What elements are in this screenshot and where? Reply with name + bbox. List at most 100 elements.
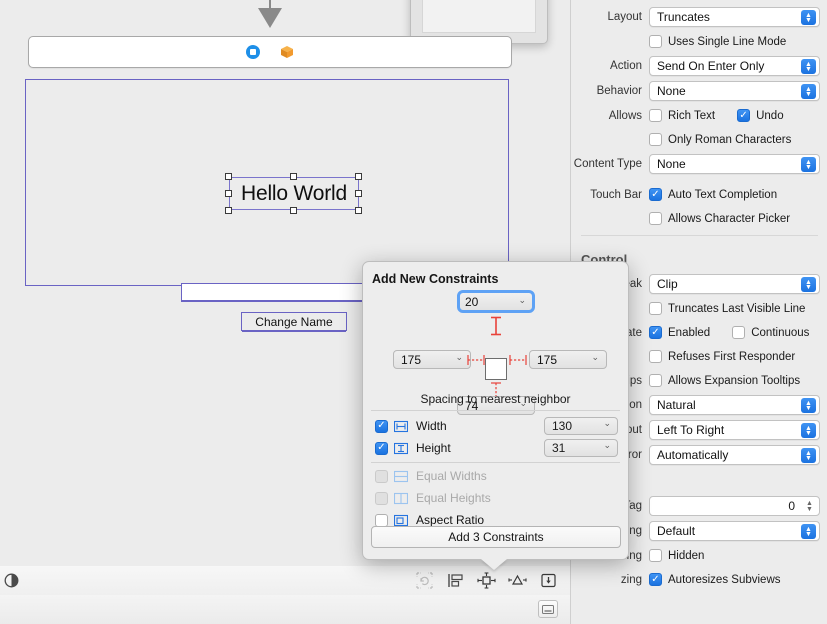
scene-objects-placard[interactable] — [28, 36, 512, 68]
chevron-down-icon[interactable]: ⌄ — [518, 295, 526, 306]
mirror-popup-button[interactable]: Automatically ▲ ▼ — [649, 445, 820, 465]
design-view-window[interactable]: Hello World Change Name — [25, 79, 509, 331]
chevron-down-icon[interactable]: ⌄ — [603, 440, 611, 451]
layout-direction-popup-button[interactable]: Left To Right ▲ ▼ — [649, 420, 820, 440]
chevron-updown-icon[interactable]: ▲ ▼ — [801, 423, 816, 438]
behavior-popup-button[interactable]: None ▲ ▼ — [649, 81, 820, 101]
uses-single-line-mode-checkbox[interactable] — [649, 35, 662, 48]
height-value: 31 — [552, 441, 566, 455]
leading-strut-icon[interactable] — [467, 353, 485, 367]
inspector-row-resizing[interactable]: zing ✓ Autoresizes Subviews — [571, 570, 827, 589]
chevron-down-icon[interactable]: ⌄ — [603, 418, 611, 429]
chevron-updown-icon[interactable]: ▲ ▼ — [801, 59, 816, 74]
enabled-checkbox[interactable]: ✓ — [649, 326, 662, 339]
inspector-row-action[interactable]: Action Send On Enter Only ▲ ▼ — [571, 56, 827, 76]
layout-popup-button[interactable]: Truncates ▲ ▼ — [649, 7, 820, 27]
mirror-value: Automatically — [657, 448, 729, 462]
connection-arrow-icon — [240, 0, 300, 34]
continuous-checkbox[interactable] — [732, 326, 746, 339]
inspector-row-layout[interactable]: Layout Truncates ▲ ▼ — [571, 7, 827, 27]
width-checkbox[interactable]: ✓ — [375, 419, 388, 433]
height-checkbox[interactable]: ✓ — [375, 441, 388, 455]
width-value-combo[interactable]: 130 ⌄ — [544, 417, 618, 435]
resolve-auto-layout-issues-icon[interactable] — [507, 570, 527, 590]
chevron-down-icon[interactable]: ⌄ — [591, 352, 599, 363]
allows-expansion-tooltips-checkbox[interactable] — [649, 374, 662, 387]
resize-handle-middle-right[interactable] — [355, 190, 362, 197]
auto-layout-toolbar[interactable] — [414, 570, 558, 590]
popover-divider-1 — [371, 410, 620, 411]
window-icon[interactable] — [246, 45, 260, 59]
inspector-row-touch-bar[interactable]: Touch Bar ✓ Auto Text Completion — [571, 185, 827, 204]
chevron-updown-icon[interactable]: ▲ ▼ — [801, 448, 816, 463]
chevron-updown-icon[interactable]: ▲ ▼ — [801, 277, 816, 292]
width-constraint-row[interactable]: ✓ Width 130 ⌄ — [375, 417, 618, 435]
chevron-updown-icon[interactable]: ▲ ▼ — [801, 524, 816, 539]
first-responder-cube-icon[interactable] — [280, 45, 294, 59]
top-spacing-combo[interactable]: 20 ⌄ — [457, 290, 535, 313]
resize-handle-top-right[interactable] — [355, 173, 362, 180]
stepper-icon[interactable]: ▲ ▼ — [803, 499, 816, 515]
aspect-ratio-row[interactable]: Aspect Ratio — [375, 513, 484, 527]
selected-label-wrapper[interactable]: Hello World — [225, 173, 362, 214]
trailing-strut-icon[interactable] — [509, 353, 527, 367]
resize-handle-top-left[interactable] — [225, 173, 232, 180]
change-name-button[interactable]: Change Name — [241, 312, 347, 331]
action-popup-button[interactable]: Send On Enter Only ▲ ▼ — [649, 56, 820, 76]
chevron-updown-icon[interactable]: ▲ ▼ — [801, 398, 816, 413]
add-new-constraints-popover[interactable]: Add New Constraints 20 ⌄ 175 ⌄ 175 ⌄ 74 … — [362, 261, 629, 570]
refuses-first-responder-label: Refuses First Responder — [668, 350, 796, 363]
tag-field[interactable]: 0 ▲ ▼ — [649, 496, 820, 516]
content-type-popup-button[interactable]: None ▲ ▼ — [649, 154, 820, 174]
resize-handle-bottom-right[interactable] — [355, 207, 362, 214]
spacing-note: Spacing to nearest neighbor — [420, 392, 571, 406]
chevron-updown-icon[interactable]: ▲ ▼ — [801, 10, 816, 25]
align-icon[interactable] — [445, 570, 465, 590]
undo-checkbox[interactable]: ✓ — [737, 109, 751, 122]
resize-handle-bottom-left[interactable] — [225, 207, 232, 214]
behavior-value: None — [657, 84, 686, 98]
autoresizes-subviews-checkbox[interactable]: ✓ — [649, 573, 662, 586]
height-constraint-row[interactable]: ✓ Height 31 ⌄ — [375, 439, 618, 457]
inspector-row-only-roman[interactable]: Only Roman Characters — [571, 130, 827, 149]
appearance-contrast-icon[interactable] — [4, 573, 19, 588]
resize-handle-middle-left[interactable] — [225, 190, 232, 197]
width-label: Width — [416, 419, 447, 433]
resize-handle-top-center[interactable] — [290, 173, 297, 180]
equal-heights-row: Equal Heights — [375, 491, 491, 505]
canvas-status-bar — [0, 595, 570, 624]
aspect-ratio-checkbox[interactable] — [375, 513, 388, 527]
add-new-constraints-icon[interactable] — [476, 570, 496, 590]
auto-text-completion-checkbox[interactable]: ✓ — [649, 188, 662, 201]
inspector-row-single-line-mode[interactable]: Uses Single Line Mode — [571, 32, 827, 51]
spacing-strut-diagram[interactable]: 20 ⌄ 175 ⌄ 175 ⌄ 74 ⌄ — [363, 288, 628, 415]
allows-character-picker-checkbox[interactable] — [649, 212, 662, 225]
add-constraints-button[interactable]: Add 3 Constraints — [371, 526, 621, 548]
focus-ring-popup-button[interactable]: Default ▲ ▼ — [649, 521, 820, 541]
inspector-row-content-type[interactable]: Content Type None ▲ ▼ — [571, 154, 827, 174]
line-break-popup-button[interactable]: Clip ▲ ▼ — [649, 274, 820, 294]
hello-world-label[interactable]: Hello World — [229, 177, 359, 210]
top-strut-icon[interactable] — [489, 316, 503, 336]
rich-text-checkbox[interactable] — [649, 109, 662, 122]
chevron-updown-icon[interactable]: ▲ ▼ — [801, 157, 816, 172]
inspector-row-allows[interactable]: Allows Rich Text ✓ Undo — [571, 106, 827, 125]
popover-divider-2 — [371, 462, 620, 463]
truncates-last-visible-line-checkbox[interactable] — [649, 302, 662, 315]
text-direction-popup-button[interactable]: Natural ▲ ▼ — [649, 395, 820, 415]
embed-in-icon[interactable] — [538, 570, 558, 590]
leading-spacing-combo[interactable]: 175 ⌄ — [393, 350, 471, 369]
constraint-target-box — [485, 358, 507, 380]
only-roman-characters-checkbox[interactable] — [649, 133, 662, 146]
inspector-row-character-picker[interactable]: Allows Character Picker — [571, 209, 827, 228]
keyboard-toggle-icon[interactable] — [538, 600, 558, 618]
height-value-combo[interactable]: 31 ⌄ — [544, 439, 618, 457]
refuses-first-responder-checkbox[interactable] — [649, 350, 662, 363]
chevron-updown-icon[interactable]: ▲ ▼ — [801, 84, 816, 99]
hidden-checkbox[interactable] — [649, 549, 662, 562]
trailing-spacing-combo[interactable]: 175 ⌄ — [529, 350, 607, 369]
inspector-row-behavior[interactable]: Behavior None ▲ ▼ — [571, 81, 827, 101]
chevron-down-icon[interactable]: ⌄ — [455, 352, 463, 363]
update-frames-icon[interactable] — [414, 570, 434, 590]
resize-handle-bottom-center[interactable] — [290, 207, 297, 214]
